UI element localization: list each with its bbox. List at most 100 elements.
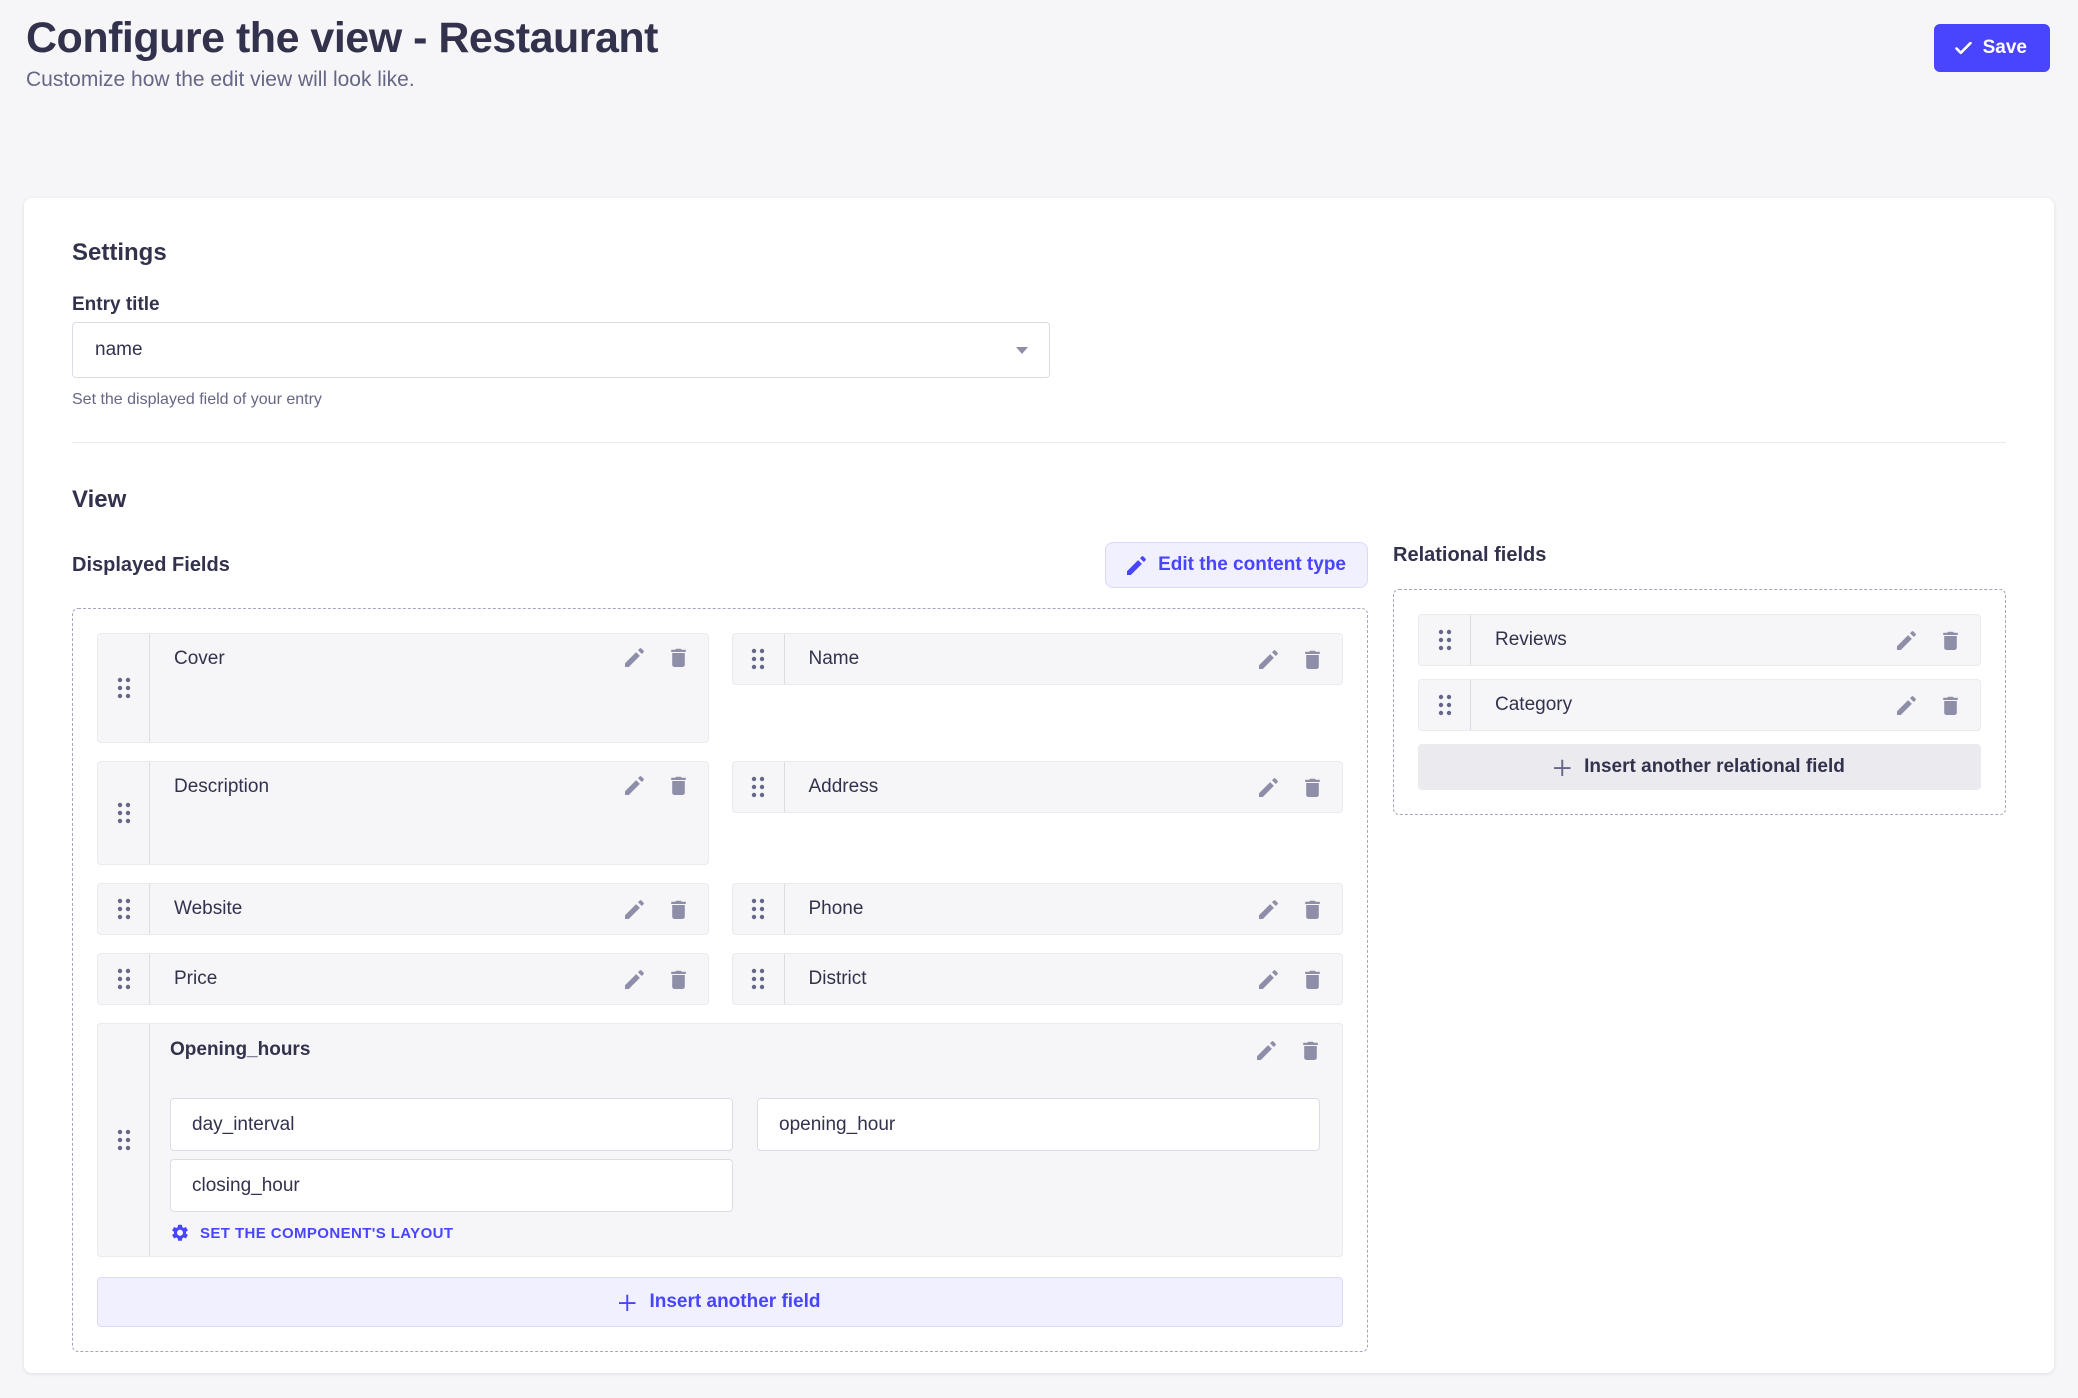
edit-field-button[interactable] [625, 900, 644, 919]
settings-heading: Settings [72, 238, 2006, 268]
save-button[interactable]: Save [1934, 24, 2050, 72]
displayed-fields-label: Displayed Fields [72, 554, 230, 577]
displayed-fields-column: Displayed Fields Edit the content type [72, 542, 1368, 1352]
save-button-label: Save [1983, 37, 2027, 59]
check-icon [1955, 42, 1972, 55]
delete-field-button[interactable] [1301, 1041, 1320, 1060]
drag-handle[interactable] [733, 634, 785, 684]
drag-handle[interactable] [733, 884, 785, 934]
edit-field-button[interactable] [1897, 631, 1916, 650]
delete-field-button[interactable] [1303, 900, 1322, 919]
insert-another-relational-field-button[interactable]: Insert another relational field [1418, 744, 1981, 790]
fields-row: Description Address [97, 761, 1343, 865]
drag-handle[interactable] [98, 762, 150, 864]
gear-icon [170, 1224, 189, 1243]
entry-title-label: Entry title [72, 294, 2006, 316]
drag-handle-icon [117, 677, 131, 699]
field-name: Description [174, 776, 625, 798]
edit-field-button[interactable] [1257, 1041, 1276, 1060]
delete-field-button[interactable] [1303, 650, 1322, 669]
delete-field-button[interactable] [1303, 778, 1322, 797]
edit-field-button[interactable] [1259, 970, 1278, 989]
delete-field-button[interactable] [669, 900, 688, 919]
edit-content-type-label: Edit the content type [1158, 554, 1346, 576]
plus-icon [619, 1294, 636, 1311]
edit-field-button[interactable] [1897, 696, 1916, 715]
section-divider [72, 442, 2006, 443]
pencil-icon [1259, 650, 1278, 669]
trash-icon [669, 648, 688, 667]
set-component-layout-label: SET THE COMPONENT'S LAYOUT [200, 1225, 453, 1242]
trash-icon [1941, 631, 1960, 650]
drag-handle[interactable] [733, 762, 785, 812]
drag-handle[interactable] [1419, 615, 1471, 665]
component-name: Opening_hours [170, 1039, 1257, 1061]
fields-row: Cover Name [97, 633, 1343, 743]
view-heading: View [72, 485, 2006, 515]
component-field-opening-hour[interactable]: opening_hour [757, 1098, 1320, 1151]
field-card-district: District [732, 953, 1344, 1005]
drag-handle-icon [117, 1129, 131, 1151]
pencil-icon [1257, 1041, 1276, 1060]
trash-icon [1941, 696, 1960, 715]
field-name: Price [174, 968, 625, 990]
drag-handle-icon [117, 968, 131, 990]
relational-card-reviews: Reviews [1418, 614, 1981, 666]
field-name: District [809, 968, 1260, 990]
trash-icon [1303, 970, 1322, 989]
edit-field-button[interactable] [625, 776, 644, 795]
plus-icon [1554, 759, 1571, 776]
page-header: Configure the view - Restaurant Customiz… [0, 0, 2078, 94]
edit-field-button[interactable] [1259, 650, 1278, 669]
insert-another-relational-field-label: Insert another relational field [1584, 756, 1845, 778]
drag-handle[interactable] [98, 634, 150, 742]
entry-title-select[interactable]: name [72, 322, 1050, 378]
component-field-closing-hour[interactable]: closing_hour [170, 1159, 733, 1212]
field-card-phone: Phone [732, 883, 1344, 935]
entry-title-helper: Set the displayed field of your entry [72, 390, 2006, 410]
drag-handle[interactable] [1419, 680, 1471, 730]
displayed-fields-container: Cover Name [72, 608, 1368, 1352]
pencil-icon [1259, 970, 1278, 989]
delete-field-button[interactable] [669, 648, 688, 667]
delete-field-button[interactable] [1941, 696, 1960, 715]
pencil-icon [1127, 556, 1146, 575]
edit-content-type-button[interactable]: Edit the content type [1105, 542, 1368, 588]
field-card-name: Name [732, 633, 1344, 685]
delete-field-button[interactable] [1941, 631, 1960, 650]
field-card-price: Price [97, 953, 709, 1005]
pencil-icon [1259, 778, 1278, 797]
delete-field-button[interactable] [669, 776, 688, 795]
edit-field-button[interactable] [1259, 778, 1278, 797]
pencil-icon [1897, 696, 1916, 715]
component-inputs: day_interval opening_hour closing_hour [170, 1098, 1320, 1212]
drag-handle[interactable] [98, 1024, 150, 1256]
fields-row: Website Phone [97, 883, 1343, 935]
drag-handle[interactable] [98, 884, 150, 934]
trash-icon [669, 970, 688, 989]
field-name: Phone [809, 898, 1260, 920]
set-component-layout-link[interactable]: SET THE COMPONENT'S LAYOUT [170, 1224, 453, 1243]
delete-field-button[interactable] [669, 970, 688, 989]
drag-handle-icon [751, 898, 765, 920]
page-subtitle: Customize how the edit view will look li… [26, 66, 658, 94]
relational-fields-container: Reviews Category [1393, 589, 2006, 815]
edit-field-button[interactable] [625, 970, 644, 989]
caret-down-icon [1016, 347, 1028, 354]
pencil-icon [625, 900, 644, 919]
relational-field-name: Reviews [1495, 629, 1897, 651]
edit-field-button[interactable] [1259, 900, 1278, 919]
entry-title-value: name [95, 339, 143, 361]
drag-handle-icon [751, 776, 765, 798]
trash-icon [1301, 1041, 1320, 1060]
field-card-description: Description [97, 761, 709, 865]
trash-icon [1303, 778, 1322, 797]
fields-row: Price District [97, 953, 1343, 1005]
drag-handle[interactable] [98, 954, 150, 1004]
component-field-day-interval[interactable]: day_interval [170, 1098, 733, 1151]
edit-field-button[interactable] [625, 648, 644, 667]
delete-field-button[interactable] [1303, 970, 1322, 989]
drag-handle-icon [1438, 694, 1452, 716]
drag-handle[interactable] [733, 954, 785, 1004]
insert-another-field-button[interactable]: Insert another field [97, 1277, 1343, 1327]
